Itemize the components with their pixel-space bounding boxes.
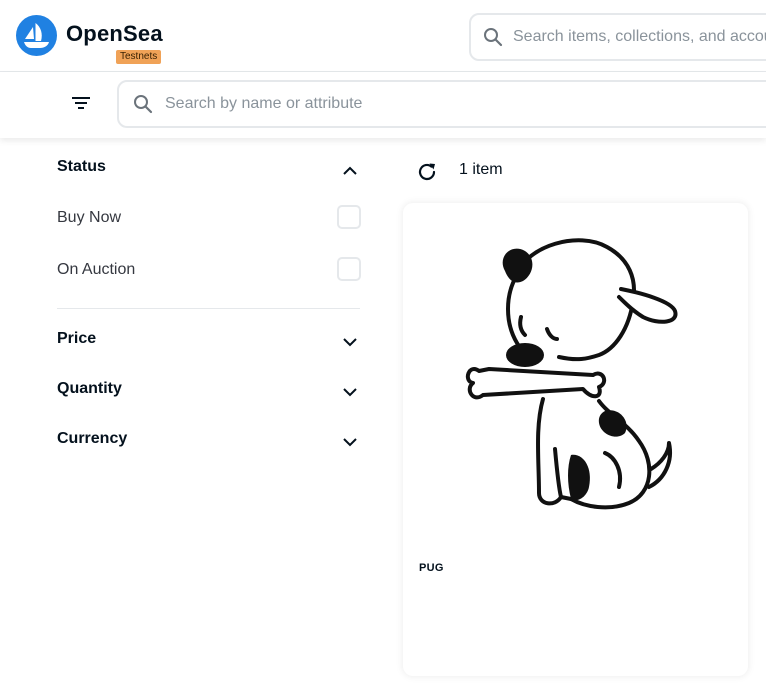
status-label: Status [57,158,106,175]
chevron-down-icon [343,384,357,402]
status-option-buy-now[interactable]: Buy Now [57,198,363,238]
quantity-label: Quantity [57,380,122,397]
search-icon [483,27,503,52]
chevron-down-icon [343,434,357,452]
currency-label: Currency [57,430,128,447]
on-auction-checkbox[interactable] [337,257,361,281]
item-name: PUG [419,562,444,574]
brand-name[interactable]: OpenSea [66,21,163,47]
price-section-header[interactable]: Price [57,320,363,360]
currency-section-header[interactable]: Currency [57,420,363,460]
global-search-input[interactable] [513,25,766,49]
chevron-up-icon [343,162,357,180]
global-search-box[interactable] [469,13,766,61]
cartoon-dog-illustration [465,238,678,510]
refresh-button[interactable] [415,160,439,184]
on-auction-label: On Auction [57,261,136,278]
item-image[interactable] [459,231,689,521]
opensea-logo-icon[interactable] [16,15,57,56]
filter-icon [72,96,90,115]
quantity-section-header[interactable]: Quantity [57,370,363,410]
testnets-badge: Testnets [116,50,162,64]
filter-toggle-button[interactable] [66,90,96,120]
top-navigation-bar: OpenSea Testnets [0,0,766,72]
item-card[interactable]: PUG [403,203,748,676]
price-label: Price [57,330,97,347]
item-count: 1 item [459,161,503,178]
buy-now-label: Buy Now [57,209,122,226]
filter-bar [0,72,766,138]
status-option-on-auction[interactable]: On Auction [57,250,363,290]
attribute-search-input[interactable] [165,92,765,116]
chevron-down-icon [343,334,357,352]
search-icon [133,94,153,119]
refresh-icon [415,163,439,188]
status-section-header[interactable]: Status [57,148,363,188]
buy-now-checkbox[interactable] [337,205,361,229]
section-divider [57,308,360,309]
attribute-search-box[interactable] [117,80,766,128]
